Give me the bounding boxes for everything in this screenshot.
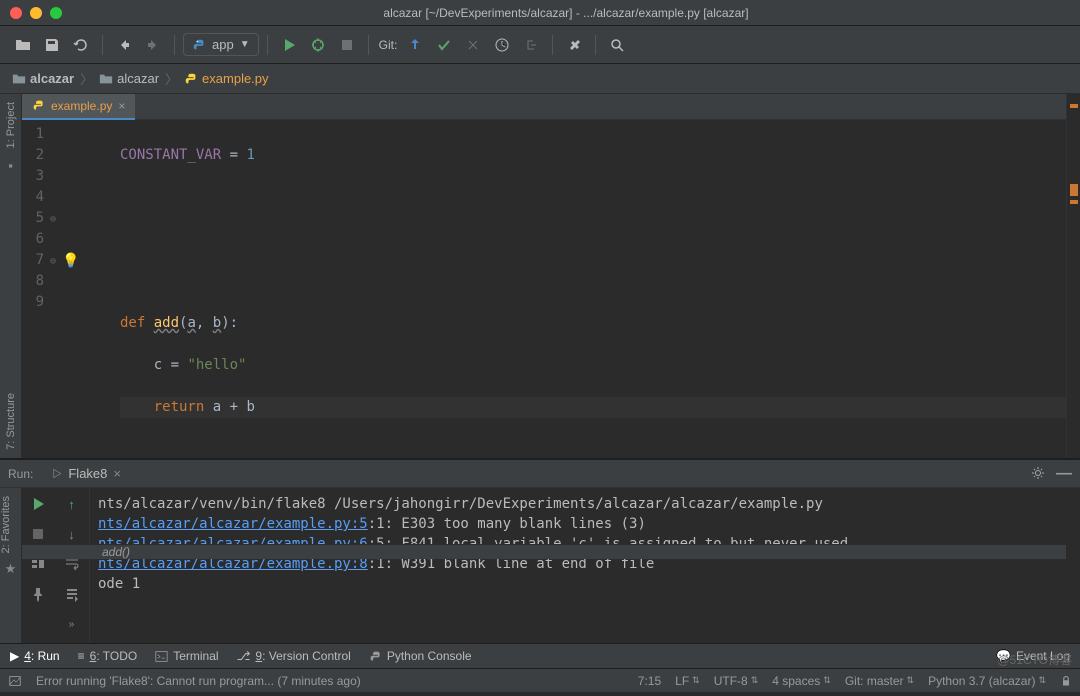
status-encoding[interactable]: UTF-8 ⇅ <box>714 674 759 688</box>
warning-bulb-icon[interactable]: 💡 <box>62 251 79 272</box>
forward-icon[interactable] <box>140 32 166 58</box>
terminal-icon <box>155 650 168 663</box>
open-icon[interactable] <box>10 32 36 58</box>
nav-file[interactable]: example.py <box>184 71 268 86</box>
navigation-bar: alcazar 〉 alcazar 〉 example.py <box>0 64 1080 94</box>
titlebar: alcazar [~/DevExperiments/alcazar] - ...… <box>0 0 1080 26</box>
python-icon <box>192 38 206 52</box>
tab-terminal[interactable]: Terminal <box>155 649 218 663</box>
run-config-label: app <box>212 37 234 52</box>
debug-icon[interactable] <box>305 32 331 58</box>
folder-icon <box>99 72 113 86</box>
status-indent[interactable]: 4 spaces ⇅ <box>772 674 831 688</box>
python-icon <box>369 650 382 663</box>
stop-icon[interactable] <box>28 524 48 544</box>
editor-tab-example[interactable]: example.py × <box>22 94 135 120</box>
bottom-tool-tabs: ▶4: Run ≡6: TODO Terminal ⎇9: Version Co… <box>0 643 1080 668</box>
status-line-separator[interactable]: LF ⇅ <box>675 674 700 688</box>
editor-overview-ruler[interactable] <box>1066 94 1080 458</box>
editor-tabs: example.py × <box>22 94 1066 120</box>
watermark: @51CTO博客 <box>997 651 1072 668</box>
scroll-to-end-icon[interactable] <box>62 584 82 604</box>
tab-vcs[interactable]: ⎇9: Version Control <box>237 649 351 663</box>
tab-python-console[interactable]: Python Console <box>369 649 472 663</box>
favorites-tool-tab[interactable]: 2: Favorites <box>0 496 12 553</box>
status-lock-icon[interactable] <box>1060 675 1072 687</box>
window-controls <box>10 7 62 19</box>
code-text[interactable]: CONSTANT_VAR = 1 def add(a, b): c = "hel… <box>120 124 1066 544</box>
folder-icon: ▪ <box>8 158 13 173</box>
run-config-selector[interactable]: app ▼ <box>183 33 259 56</box>
nav-folder[interactable]: alcazar <box>99 71 159 86</box>
status-interpreter[interactable]: Python 3.7 (alcazar) ⇅ <box>928 674 1046 688</box>
git-history-icon[interactable] <box>489 32 515 58</box>
close-tab-icon[interactable]: × <box>118 99 125 113</box>
main-toolbar: app ▼ Git: <box>0 26 1080 64</box>
favorites-rail: 2: Favorites ★ <box>0 488 22 643</box>
fold-icon[interactable]: ⊖ <box>50 209 56 230</box>
git-revert-icon[interactable] <box>518 32 544 58</box>
chevron-down-icon: ▼ <box>240 39 250 50</box>
project-tool-tab[interactable]: 1: Project <box>5 102 17 148</box>
main-area: 1: Project ▪ 7: Structure example.py × 1… <box>0 94 1080 458</box>
tab-run[interactable]: ▶4: Run <box>10 649 60 663</box>
python-file-icon <box>32 99 45 112</box>
zoom-window-button[interactable] <box>50 7 62 19</box>
status-caret-position[interactable]: 7:15 <box>638 674 661 688</box>
code-area[interactable]: 123456789 ⊖ 💡 ⊖ CONSTANT_VAR = 1 def add… <box>22 120 1066 544</box>
gutter-icons: ⊖ 💡 ⊖ <box>50 124 120 544</box>
git-label: Git: <box>379 38 398 52</box>
status-git-branch[interactable]: Git: master ⇅ <box>845 674 914 688</box>
editor-breadcrumb[interactable]: add() <box>22 544 1066 559</box>
tab-label: example.py <box>51 99 112 113</box>
run-icon[interactable] <box>276 32 302 58</box>
structure-tool-tab[interactable]: 7: Structure <box>5 393 17 450</box>
fold-end-icon[interactable]: ⊖ <box>50 251 56 272</box>
stop-icon[interactable] <box>334 32 360 58</box>
minimize-window-button[interactable] <box>30 7 42 19</box>
search-icon[interactable] <box>604 32 630 58</box>
status-notifications-icon[interactable] <box>8 674 22 688</box>
more-icon[interactable]: » <box>62 614 82 634</box>
nav-root[interactable]: alcazar <box>12 71 74 86</box>
status-error-message[interactable]: Error running 'Flake8': Cannot run progr… <box>36 674 361 688</box>
window-title: alcazar [~/DevExperiments/alcazar] - ...… <box>62 6 1070 20</box>
pin-icon[interactable] <box>28 584 48 604</box>
git-compare-icon[interactable] <box>460 32 486 58</box>
back-icon[interactable] <box>111 32 137 58</box>
git-update-icon[interactable] <box>402 32 428 58</box>
settings-icon[interactable] <box>561 32 587 58</box>
close-window-button[interactable] <box>10 7 22 19</box>
star-icon: ★ <box>0 561 21 577</box>
refresh-icon[interactable] <box>68 32 94 58</box>
python-file-icon <box>184 72 198 86</box>
save-icon[interactable] <box>39 32 65 58</box>
left-tool-rail: 1: Project ▪ 7: Structure <box>0 94 22 458</box>
folder-icon <box>12 72 26 86</box>
line-numbers: 123456789 <box>22 124 50 544</box>
editor: example.py × 123456789 ⊖ 💡 ⊖ CONSTANT_VA… <box>22 94 1066 458</box>
tab-todo[interactable]: ≡6: TODO <box>78 649 138 663</box>
status-bar: Error running 'Flake8': Cannot run progr… <box>0 668 1080 692</box>
git-commit-icon[interactable] <box>431 32 457 58</box>
